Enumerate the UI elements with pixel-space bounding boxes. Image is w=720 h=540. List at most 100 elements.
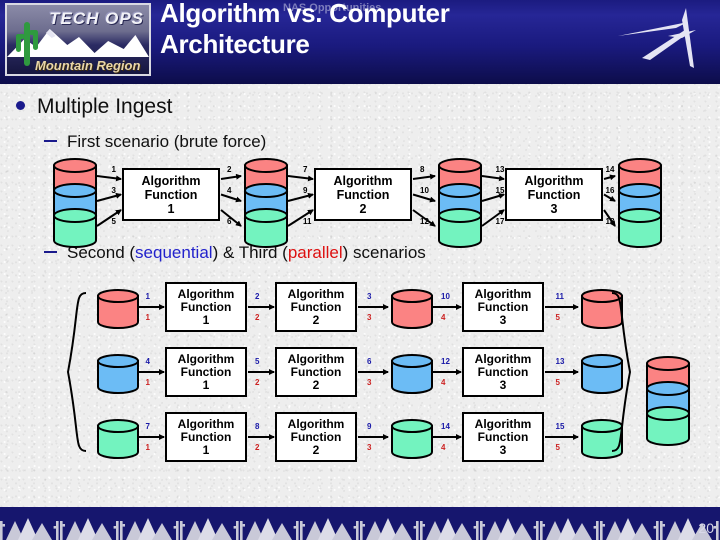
scenario1-algorithm-function-1-line2: Function [144, 187, 198, 202]
scenario23-row3-algorithm-function-2-line3: 2 [312, 442, 320, 457]
scenario23-row3-algorithm-function-3-line2: Function [477, 429, 529, 444]
scenario23-row2-algorithm-function-2-line1: Algorithm [287, 351, 345, 366]
s23-row1-par-label-2: 2 [255, 313, 260, 322]
s23-row3-par-label-1: 1 [145, 443, 150, 452]
scenario23-row1-algorithm-function-2-line1: Algorithm [287, 286, 345, 301]
scenario23-row3-algorithm-function-1: Algorithm Function 1 [165, 412, 247, 462]
scenario1-algorithm-function-2-line1: Algorithm [333, 173, 393, 188]
s1-label-out-f1-r3: 6 [227, 217, 232, 226]
s23-row2-par-label-5: 5 [555, 378, 560, 387]
scenario23-row1-algorithm-function-3: Algorithm Function 3 [462, 282, 544, 332]
s23-row2-seq-label-5: 13 [555, 357, 565, 366]
s23-row3-par-label-3: 3 [367, 443, 372, 452]
s2 [66, 292, 632, 452]
scenario23-row3-algorithm-function-2-line1: Algorithm [287, 416, 345, 431]
s23-row1-seq-label-3: 3 [367, 292, 372, 301]
s23-row3-seq-label-2: 8 [255, 422, 260, 431]
scenario23-row1-algorithm-function-2-line3: 2 [312, 312, 320, 327]
s1-label-in-f3-r3: 17 [495, 217, 505, 226]
s1-label-in-f1-r1: 1 [111, 164, 116, 174]
left-brace-icon [66, 292, 87, 452]
s23-row3-par-label-4: 4 [441, 443, 446, 452]
scenario23-row2-algorithm-function-2-line3: 2 [312, 377, 320, 392]
s23-row3-par-label-2: 2 [255, 443, 260, 452]
scenario1-algorithm-function-3-line1: Algorithm [524, 173, 584, 188]
s23-row3-seq-label-5: 15 [555, 422, 565, 431]
s23-row2-par-label-1: 1 [145, 378, 150, 387]
scenario1-algorithm-function-1: Algorithm Function 1 [122, 168, 220, 221]
s1-label-out-f3-r2: 16 [605, 185, 615, 195]
right-brace-icon [611, 292, 632, 452]
s1-label-out-f2-r3: 12 [420, 217, 429, 226]
s23-row3-par-label-5: 5 [555, 443, 560, 452]
s1-label-out-f1-r2: 4 [227, 185, 232, 195]
s23-row2-seq-label-4: 12 [441, 357, 450, 366]
s23-row1-seq-label-5: 11 [555, 292, 564, 301]
scenario23-row1-algorithm-function-2: Algorithm Function 2 [275, 282, 357, 332]
scenario23-row2-algorithm-function-3-line1: Algorithm [474, 351, 532, 366]
s1-label-in-f1-r3: 5 [111, 217, 116, 226]
s1-label-out-f3-r3: 18 [605, 217, 615, 226]
scenario23-row1-algorithm-function-2-line2: Function [290, 299, 342, 314]
scenario23-row3-algorithm-function-1-line1: Algorithm [177, 416, 235, 431]
s23-row3-seq-label-4: 14 [441, 422, 450, 431]
s23-row3-seq-label-3: 9 [367, 422, 372, 431]
s1-label-in-f2-r2: 9 [303, 185, 308, 195]
s1-label-out-f2-r2: 10 [420, 185, 429, 195]
scenario1-algorithm-function-2-line2: Function [336, 187, 390, 202]
scenario23-row2-algorithm-function-1-line2: Function [180, 364, 232, 379]
s1-label-in-f2-r1: 7 [303, 164, 308, 174]
scenario23-row3-algorithm-function-1-line3: 1 [202, 442, 210, 457]
s1-label-in-f2-r3: 11 [303, 217, 312, 226]
slide-canvas: TECH OPS Mountain Region NAS Opportuniti… [0, 0, 720, 540]
scenario23-row1-algorithm-function-1-line2: Function [180, 299, 232, 314]
s23-row1-par-label-1: 1 [145, 313, 150, 322]
scenario23-row3-algorithm-function-2-line2: Function [290, 429, 342, 444]
scenario23-row2-algorithm-function-3-line3: 3 [499, 377, 507, 392]
s23-row1-seq-label-4: 10 [441, 292, 450, 301]
scenario23-row2-algorithm-function-3-line2: Function [477, 364, 529, 379]
scenario1-algorithm-function-3: Algorithm Function 3 [505, 168, 603, 221]
s1-label-in-f3-r2: 15 [495, 185, 505, 195]
s23-row2-seq-label-2: 5 [255, 357, 260, 366]
scenario23-row2-algorithm-function-1-line3: 1 [202, 377, 210, 392]
scenario1-algorithm-function-2-line3: 2 [359, 201, 367, 216]
s23-row2-par-label-4: 4 [441, 378, 446, 387]
s1-label-out-f1-r1: 2 [227, 164, 232, 174]
s23-row2-seq-label-3: 6 [367, 357, 372, 366]
s23-row1-seq-label-1: 1 [145, 292, 150, 301]
s1-label-in-f3-r1: 13 [495, 164, 505, 174]
s23-row2-par-label-2: 2 [255, 378, 260, 387]
s23-row1-par-label-3: 3 [367, 313, 372, 322]
s23-row1-par-label-4: 4 [441, 313, 446, 322]
scenario23-row1-algorithm-function-1-line3: 1 [202, 312, 210, 327]
scenario1-algorithm-function-3-line3: 3 [550, 201, 558, 216]
scenario1-algorithm-function-3-line2: Function [527, 187, 581, 202]
scenario23-row2-algorithm-function-2: Algorithm Function 2 [275, 347, 357, 397]
scenario1-algorithm-function-2: Algorithm Function 2 [314, 168, 412, 221]
s23-row3-seq-label-1: 7 [145, 422, 150, 431]
scenario23-row3-algorithm-function-3-line3: 3 [499, 442, 507, 457]
scenario23-row1-algorithm-function-3-line1: Algorithm [474, 286, 532, 301]
s23-row1-seq-label-2: 2 [255, 292, 260, 301]
scenario23-row2-algorithm-function-1: Algorithm Function 1 [165, 347, 247, 397]
s23-row1-par-label-5: 5 [555, 313, 560, 322]
scenario23-row2-algorithm-function-1-line1: Algorithm [177, 351, 235, 366]
scenario23-row1-algorithm-function-3-line2: Function [477, 299, 529, 314]
scenario23-row3-algorithm-function-3-line1: Algorithm [474, 416, 532, 431]
scenario1-algorithm-function-1-line1: Algorithm [141, 173, 201, 188]
scenario23-row1-algorithm-function-3-line3: 3 [499, 312, 507, 327]
scenario23-row3-algorithm-function-3: Algorithm Function 3 [462, 412, 544, 462]
scenario23-row3-algorithm-function-1-line2: Function [180, 429, 232, 444]
scenario23-diagram: Algorithm Function 1 Algorithm Function 2 Algo… [0, 0, 720, 540]
scenario1-algorithm-function-1-line3: 1 [167, 201, 175, 216]
s1-label-out-f2-r1: 8 [420, 164, 425, 174]
scenario23-row2-algorithm-function-3: Algorithm Function 3 [462, 347, 544, 397]
scenario23-row3-algorithm-function-2: Algorithm Function 2 [275, 412, 357, 462]
s1-label-out-f3-r1: 14 [605, 164, 615, 174]
s23-row2-seq-label-1: 4 [145, 357, 150, 366]
scenario23-row1-algorithm-function-1-line1: Algorithm [177, 286, 235, 301]
s23-row2-par-label-3: 3 [367, 378, 372, 387]
scenario23-row2-algorithm-function-2-line2: Function [290, 364, 342, 379]
scenario23-row1-algorithm-function-1: Algorithm Function 1 [165, 282, 247, 332]
